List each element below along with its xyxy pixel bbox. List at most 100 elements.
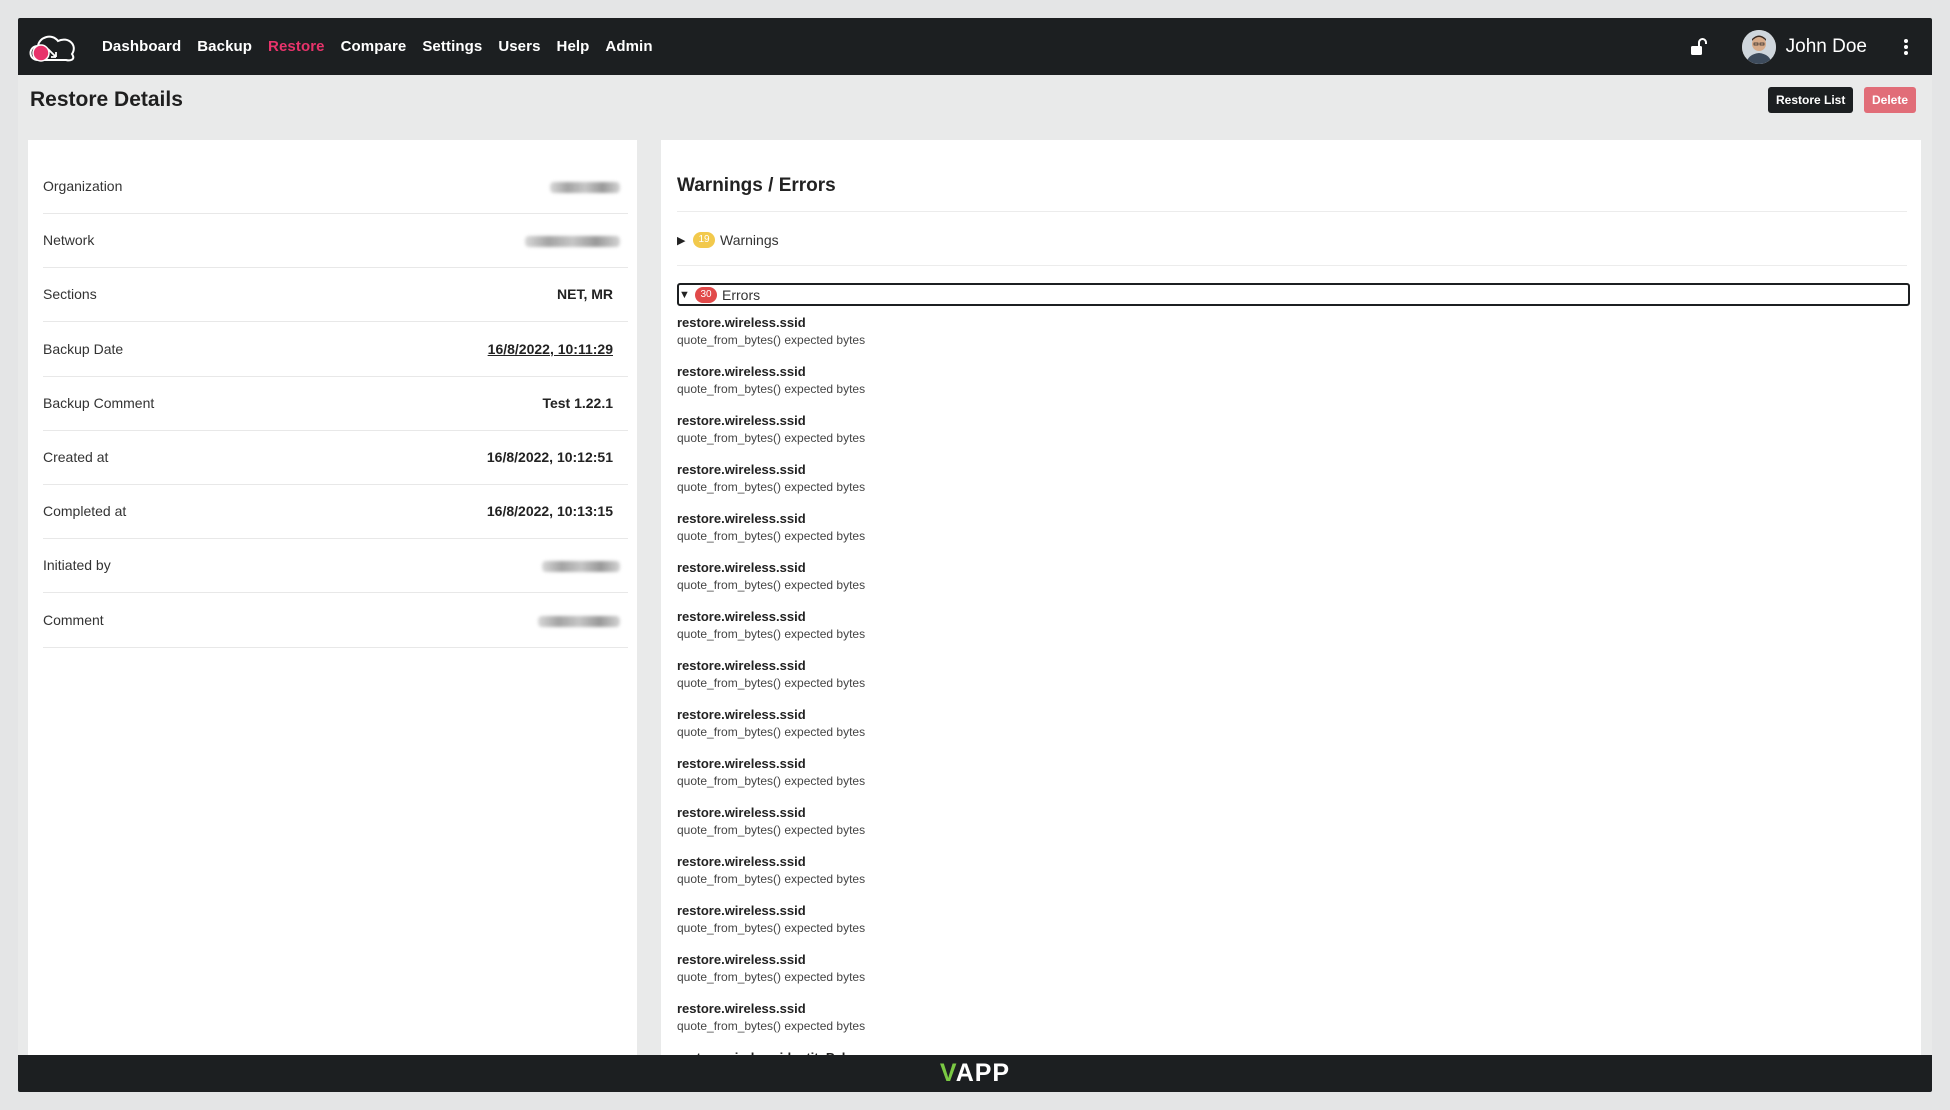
detail-row-network: Network xyxy=(43,214,628,269)
nav-item-restore[interactable]: Restore xyxy=(268,38,325,55)
error-message: quote_from_bytes() expected bytes xyxy=(677,676,866,690)
detail-value: Test 1.22.1 xyxy=(542,394,613,411)
detail-label: Sections xyxy=(43,286,97,303)
error-message: quote_from_bytes() expected bytes xyxy=(677,1019,866,1033)
error-key: restore.wireless.ssid xyxy=(677,707,806,722)
error-key: restore.wireless.ssid xyxy=(677,1001,806,1016)
error-key: restore.wireless.ssid xyxy=(677,462,806,477)
nav-item-backup[interactable]: Backup xyxy=(197,38,252,55)
detail-value: 16/8/2022, 10:12:51 xyxy=(486,449,613,465)
detail-label: Network xyxy=(43,232,95,249)
caret-right-icon: ▶ xyxy=(677,234,686,247)
redacted-value xyxy=(542,561,620,573)
divider xyxy=(677,211,1907,212)
detail-row-initiated-by: Initiated by xyxy=(43,539,628,594)
error-key: restore.wireless.ssid xyxy=(677,413,806,428)
nav-item-settings[interactable]: Settings xyxy=(422,38,482,55)
divider xyxy=(677,265,1907,266)
detail-row-backup-date: Backup Date 16/8/2022, 10:11:29 xyxy=(43,323,628,377)
error-key: restore.wireless.ssid xyxy=(677,609,806,624)
warnings-count-badge: 19 xyxy=(693,232,715,248)
warnings-toggle[interactable]: ▶ 19 Warnings xyxy=(677,230,779,250)
error-key: restore.wireless.ssid xyxy=(677,315,806,330)
delete-button[interactable]: Delete xyxy=(1864,87,1917,113)
error-message: quote_from_bytes() expected bytes xyxy=(677,431,866,445)
avatar[interactable] xyxy=(1741,29,1776,64)
detail-label: Completed at xyxy=(43,503,127,520)
error-message: quote_from_bytes() expected bytes xyxy=(677,970,866,984)
error-key: restore.wireless.ssid xyxy=(677,658,806,673)
error-message: quote_from_bytes() expected bytes xyxy=(677,823,866,837)
redacted-value xyxy=(525,236,620,248)
detail-row-organization: Organization xyxy=(43,160,628,214)
error-message: quote_from_bytes() expected bytes xyxy=(677,627,866,641)
detail-label: Backup Comment xyxy=(43,394,155,411)
main-nav: Dashboard Backup Restore Compare Settings Use… xyxy=(102,38,653,55)
detail-value: 16/8/2022, 10:13:15 xyxy=(486,503,613,520)
error-key: restore.wireless.ssid xyxy=(677,903,806,918)
error-message: quote_from_bytes() expected bytes xyxy=(677,578,866,592)
error-item: restore.wireless.ssid quote_from_bytes() … xyxy=(677,898,865,947)
warnings-errors-title: Warnings / Errors xyxy=(677,175,836,196)
error-item: restore.wireless.ssid quote_from_bytes() … xyxy=(677,947,865,996)
nav-item-admin[interactable]: Admin xyxy=(605,38,652,55)
top-navbar: Dashboard Backup Restore Compare Settings Use… xyxy=(18,18,1932,75)
error-list: restore.wireless.ssid quote_from_bytes() … xyxy=(677,310,865,1070)
errors-toggle[interactable]: ▼ 30 Errors xyxy=(677,283,1910,306)
error-item: restore.wireless.ssid quote_from_bytes() … xyxy=(677,555,865,604)
restore-list-button[interactable]: Restore List xyxy=(1768,87,1854,113)
detail-value: NET, MR xyxy=(557,286,613,303)
error-item: restore.wireless.ssid quote_from_bytes() … xyxy=(677,604,865,653)
error-item: restore.wireless.ssid quote_from_bytes() … xyxy=(677,996,865,1045)
error-key: restore.wireless.ssid xyxy=(677,854,806,869)
detail-row-completed-at: Completed at 16/8/2022, 10:13:15 xyxy=(43,485,628,540)
user-name[interactable]: John Doe xyxy=(1786,36,1867,58)
error-message: quote_from_bytes() expected bytes xyxy=(677,480,866,494)
warnings-label: Warnings xyxy=(720,232,779,248)
more-vertical-icon[interactable] xyxy=(1903,38,1909,56)
errors-count-badge: 30 xyxy=(695,286,717,303)
nav-item-help[interactable]: Help xyxy=(557,38,590,55)
detail-value[interactable]: 16/8/2022, 10:11:29 xyxy=(488,341,613,357)
error-key: restore.wireless.ssid xyxy=(677,805,806,820)
error-key: restore.wireless.ssid xyxy=(677,952,806,967)
detail-label: Backup Date xyxy=(43,340,124,357)
error-key: restore.wireless.ssid xyxy=(677,560,806,575)
restore-details-panel: Organization Network Sections NET, MR Backup… xyxy=(28,140,637,1070)
error-item: restore.wireless.ssid quote_from_bytes() … xyxy=(677,408,865,457)
error-message: quote_from_bytes() expected bytes xyxy=(677,921,866,935)
error-message: quote_from_bytes() expected bytes xyxy=(677,333,866,347)
error-item: restore.wireless.ssid quote_from_bytes() … xyxy=(677,653,865,702)
error-key: restore.wireless.ssid xyxy=(677,511,806,526)
detail-label: Initiated by xyxy=(43,557,111,574)
error-item: restore.wireless.ssid quote_from_bytes() … xyxy=(677,457,865,506)
app-window: Dashboard Backup Restore Compare Settings Use… xyxy=(18,18,1932,1092)
app-logo[interactable] xyxy=(24,27,82,67)
error-key: restore.wireless.ssid xyxy=(677,364,806,379)
unlock-icon[interactable] xyxy=(1688,37,1708,57)
detail-row-created-at: Created at 16/8/2022, 10:12:51 xyxy=(43,431,628,485)
error-item: restore.wireless.ssid quote_from_bytes() … xyxy=(677,751,865,800)
error-message: quote_from_bytes() expected bytes xyxy=(677,382,866,396)
error-item: restore.wireless.ssid quote_from_bytes() … xyxy=(677,849,865,898)
error-item: restore.wireless.ssid quote_from_bytes() … xyxy=(677,310,865,359)
footer-brand-rest: APP xyxy=(955,1059,1011,1087)
detail-label: Comment xyxy=(43,611,104,628)
error-item: restore.wireless.ssid quote_from_bytes() … xyxy=(677,506,865,555)
error-item: restore.wireless.ssid quote_from_bytes() … xyxy=(677,702,865,751)
detail-row-sections: Sections NET, MR xyxy=(43,268,628,323)
error-message: quote_from_bytes() expected bytes xyxy=(677,529,866,543)
footer-brand-logo: VAPP xyxy=(939,1059,1011,1087)
error-key: restore.wireless.ssid xyxy=(677,756,806,771)
detail-label: Organization xyxy=(43,178,123,194)
error-message: quote_from_bytes() expected bytes xyxy=(677,872,866,886)
topbar-right: John Doe xyxy=(1688,18,1932,75)
warnings-errors-panel: Warnings / Errors ▶ 19 Warnings ▼ 30 Err… xyxy=(661,140,1921,1070)
nav-item-users[interactable]: Users xyxy=(498,38,540,55)
page-header: Restore Details Restore List Delete xyxy=(18,75,1932,123)
page-title: Restore Details xyxy=(30,88,183,111)
nav-item-dashboard[interactable]: Dashboard xyxy=(102,38,181,55)
detail-row-comment: Comment xyxy=(43,594,628,648)
nav-item-compare[interactable]: Compare xyxy=(341,38,407,55)
error-item: restore.wireless.ssid quote_from_bytes() … xyxy=(677,800,865,849)
